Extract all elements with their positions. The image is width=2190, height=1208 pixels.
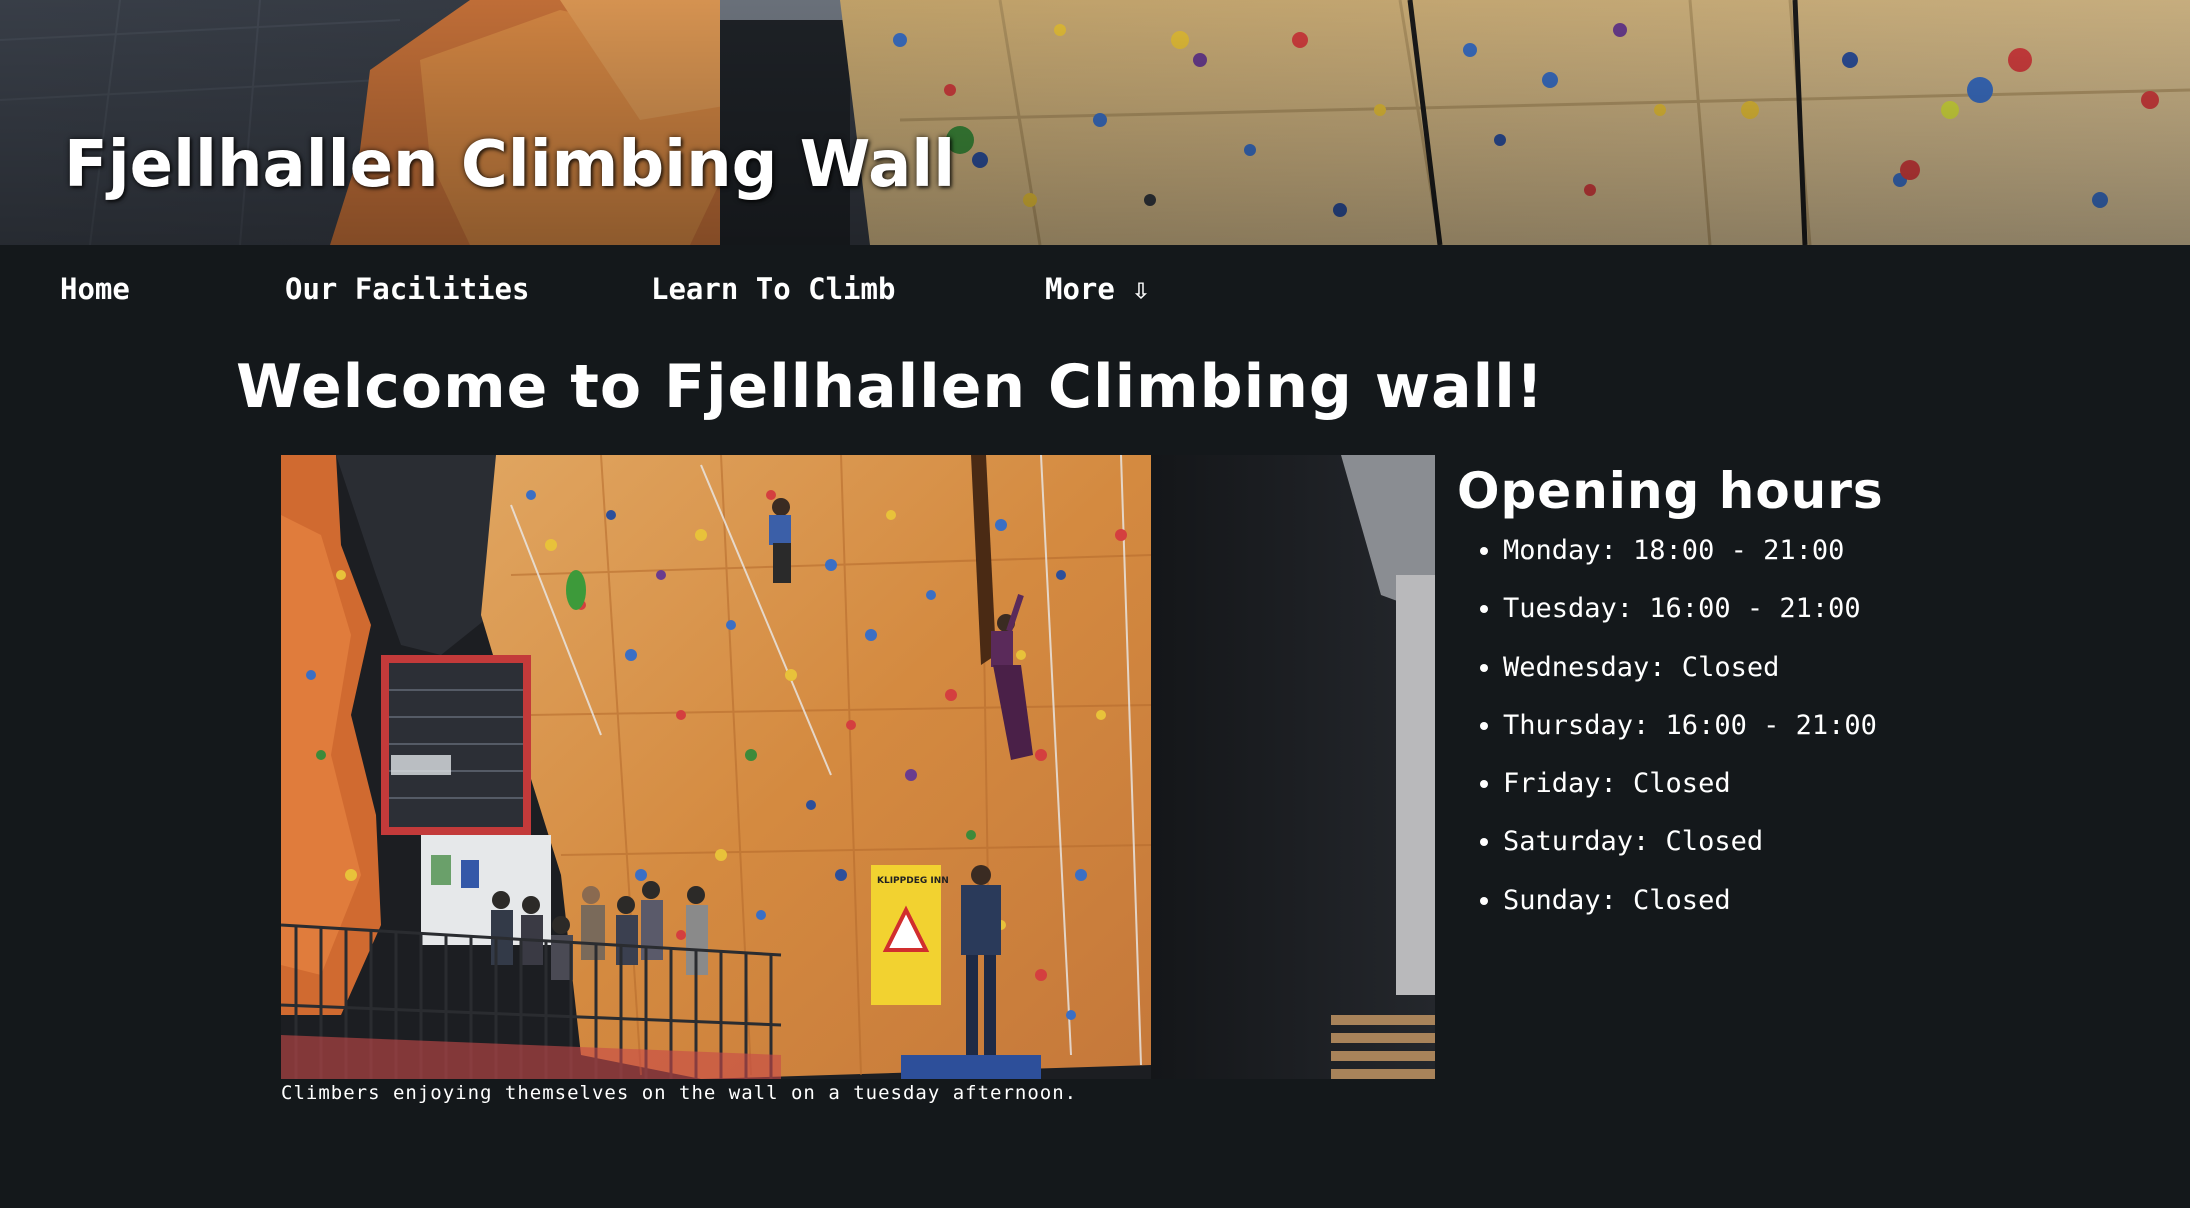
hours-wednesday: Wednesday: Closed: [1503, 651, 2157, 709]
opening-hours-title: Opening hours: [1457, 462, 1884, 520]
site-title: Fjellhallen Climbing Wall: [64, 128, 956, 202]
hours-sunday: Sunday: Closed: [1503, 884, 2157, 942]
header-banner: Fjellhallen Climbing Wall: [0, 0, 2190, 245]
photo-caption: Climbers enjoying themselves on the wall…: [281, 1082, 1078, 1104]
welcome-heading: Welcome to Fjellhallen Climbing wall!: [236, 352, 1545, 422]
nav-learn-to-climb-link[interactable]: Learn To Climb: [651, 272, 895, 306]
opening-hours-list: Monday: 18:00 - 21:00 Tuesday: 16:00 - 2…: [1457, 534, 2157, 942]
nav-more-dropdown[interactable]: More ⇩: [1045, 272, 1150, 306]
nav-facilities-link[interactable]: Our Facilities: [285, 272, 529, 306]
banner-background-image: [0, 0, 2190, 245]
hours-thursday: Thursday: 16:00 - 21:00: [1503, 709, 2157, 767]
main-nav: Home Our Facilities Learn To Climb More …: [0, 245, 2190, 335]
warning-sign-text: KLIPPDEG INN: [877, 876, 949, 886]
hours-tuesday: Tuesday: 16:00 - 21:00: [1503, 592, 2157, 650]
hours-friday: Friday: Closed: [1503, 767, 2157, 825]
hours-monday: Monday: 18:00 - 21:00: [1503, 534, 2157, 592]
hours-saturday: Saturday: Closed: [1503, 825, 2157, 883]
climbing-wall-illustration: KLIPPDEG INN: [281, 455, 1435, 1079]
opening-hours-section: Opening hours Monday: 18:00 - 21:00 Tues…: [1457, 462, 2157, 942]
climbing-wall-photo: KLIPPDEG INN: [281, 455, 1435, 1079]
nav-home-link[interactable]: Home: [60, 272, 130, 306]
